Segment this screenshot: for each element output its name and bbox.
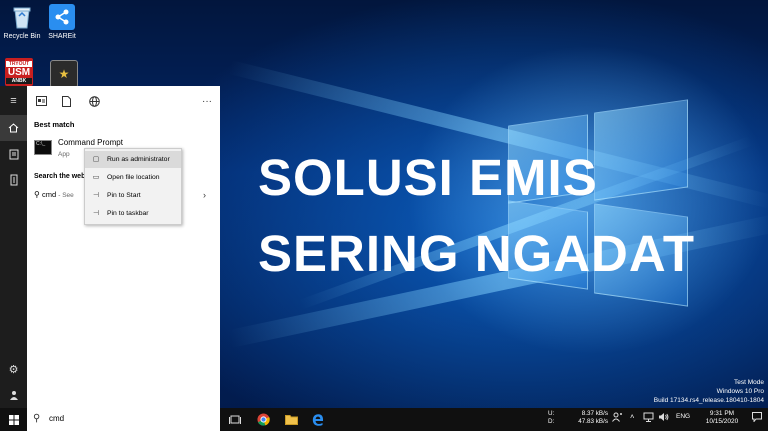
search-results-panel: ··· Best match C:\_ Command Prompt App S… xyxy=(27,86,220,408)
documents-tab-icon[interactable] xyxy=(58,93,74,109)
taskbar-search-box[interactable]: ⚲ cmd xyxy=(27,408,220,431)
settings-icon[interactable]: ⚙ xyxy=(0,356,27,382)
network-speed-meter: U: 8.37 kB/s D: 47.83 kB/s xyxy=(548,410,608,426)
best-match-heading: Best match xyxy=(34,120,75,129)
desktop-icon-label: Recycle Bin xyxy=(3,33,41,40)
search-icon: ⚲ xyxy=(33,413,41,424)
usm-badge-label: USM xyxy=(7,66,31,78)
context-item-label: Open file location xyxy=(107,174,160,181)
documents-icon[interactable] xyxy=(0,141,27,167)
context-item-pin-to-taskbar[interactable]: ⊣ Pin to taskbar xyxy=(85,205,181,222)
people-icon[interactable] xyxy=(612,412,623,424)
usm-badge-bottom: ANBK xyxy=(6,77,32,84)
web-see-text: - See xyxy=(58,192,74,199)
pin-icon: ⊣ xyxy=(92,210,100,217)
usm-app-icon: TRYOUT USM ANBK xyxy=(5,58,33,86)
start-menu-rail: ≡ ⚙ xyxy=(0,86,27,408)
clock-time: 9:31 PM xyxy=(709,410,735,417)
shield-icon: ▢ xyxy=(92,156,100,163)
search-input-value[interactable]: cmd xyxy=(49,414,64,423)
download-speed: 47.83 kB/s xyxy=(578,418,608,425)
desktop-icon-label: SHAREit xyxy=(48,33,76,40)
chevron-up-icon[interactable]: ˄ xyxy=(630,412,634,421)
overlay-title-line-2: SERING NGADAT xyxy=(258,225,696,282)
task-view-icon[interactable] xyxy=(222,408,248,431)
watermark-line-2: Windows 10 Pro xyxy=(716,388,764,395)
edge-icon[interactable] xyxy=(305,408,331,431)
upload-speed: 8.37 kB/s xyxy=(581,410,608,417)
search-web-heading: Search the web xyxy=(34,173,86,180)
context-item-open-file-location[interactable]: ▭ Open file location xyxy=(85,169,181,186)
star-app-icon: ★ xyxy=(50,60,78,88)
folder-icon: ▭ xyxy=(92,174,100,181)
volume-icon[interactable] xyxy=(658,412,669,424)
more-options-button[interactable]: ··· xyxy=(199,93,215,109)
watermark-line-1: Test Mode xyxy=(734,379,764,386)
home-icon[interactable] xyxy=(0,115,27,141)
download-label: D: xyxy=(548,418,555,425)
desktop-icon-shareit[interactable]: SHAREit xyxy=(40,4,84,41)
network-icon[interactable] xyxy=(643,412,654,424)
shareit-icon xyxy=(49,4,75,30)
web-query: cmd xyxy=(41,190,57,199)
language-indicator[interactable]: ENG xyxy=(676,413,690,420)
watermark-line-3: Build 17134.rs4_release.180410-1804 xyxy=(653,397,764,404)
overlay-title-line-1: SOLUSI EMIS xyxy=(258,149,598,206)
overlay-title: SOLUSI EMIS SERING NGADAT xyxy=(258,140,695,292)
search-icon: ⚲ xyxy=(34,190,40,199)
start-button[interactable] xyxy=(1,408,27,431)
context-item-label: Pin to taskbar xyxy=(107,210,149,217)
context-item-pin-to-start[interactable]: ⊣ Pin to Start xyxy=(85,187,181,204)
file-explorer-icon[interactable] xyxy=(278,408,304,431)
all-tab-icon[interactable] xyxy=(33,93,49,109)
web-tab-icon[interactable] xyxy=(86,93,102,109)
result-title: Command Prompt xyxy=(58,138,123,147)
chrome-icon[interactable] xyxy=(250,408,276,431)
context-item-run-as-administrator[interactable]: ▢ Run as administrator xyxy=(85,151,181,168)
clock-date: 10/15/2020 xyxy=(705,418,739,425)
desktop-icon-recycle-bin[interactable]: Recycle Bin xyxy=(0,4,44,41)
context-item-label: Run as administrator xyxy=(107,156,170,163)
recycle-bin-icon xyxy=(9,4,35,30)
taskbar-clock[interactable]: 9:31 PM 10/15/2020 xyxy=(700,410,744,426)
context-item-label: Pin to Start xyxy=(107,192,141,199)
desktop-icon-usm[interactable]: TRYOUT USM ANBK xyxy=(4,58,34,88)
test-mode-watermark: Test Mode Windows 10 Pro Build 17134.rs4… xyxy=(654,378,764,405)
command-prompt-icon: C:\_ xyxy=(34,140,52,155)
hamburger-icon[interactable]: ≡ xyxy=(0,88,27,114)
result-subtitle: App xyxy=(58,151,70,158)
web-search-row[interactable]: ⚲ cmd - See xyxy=(34,190,74,199)
context-menu: ▢ Run as administrator ▭ Open file locat… xyxy=(84,148,182,225)
pin-icon: ⊣ xyxy=(92,192,100,199)
chevron-right-icon[interactable]: › xyxy=(203,190,206,200)
device-icon[interactable] xyxy=(0,167,27,193)
notification-icon[interactable] xyxy=(752,412,762,424)
user-icon[interactable] xyxy=(0,382,27,408)
upload-label: U: xyxy=(548,410,555,417)
